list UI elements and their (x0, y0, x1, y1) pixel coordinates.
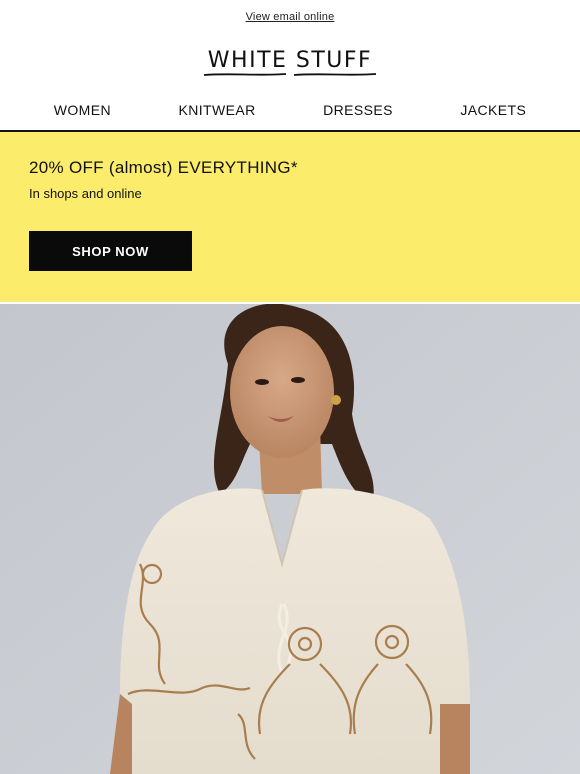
nav-item-dresses[interactable]: DRESSES (323, 102, 393, 118)
brand-logo[interactable]: WHITE STUFF (0, 34, 580, 90)
shop-now-button[interactable]: SHOP NOW (29, 231, 192, 271)
hero-image[interactable] (0, 304, 580, 774)
nav-item-knitwear[interactable]: KNITWEAR (179, 102, 256, 118)
hero-photo (0, 304, 580, 774)
nav-item-women[interactable]: WOMEN (54, 102, 111, 118)
view-email-online-link[interactable]: View email online (246, 11, 335, 23)
nav-item-jackets[interactable]: JACKETS (460, 102, 526, 118)
promo-headline: 20% OFF (almost) EVERYTHING* (29, 158, 298, 177)
svg-text:WHITE STUFF: WHITE STUFF (208, 48, 372, 73)
top-bar: View email online (0, 0, 580, 34)
white-stuff-logo: WHITE STUFF (203, 48, 377, 76)
promo-subtext: In shops and online (29, 186, 142, 201)
main-nav: WOMEN KNITWEAR DRESSES JACKETS (0, 90, 580, 130)
promo-banner: 20% OFF (almost) EVERYTHING* In shops an… (0, 132, 580, 302)
